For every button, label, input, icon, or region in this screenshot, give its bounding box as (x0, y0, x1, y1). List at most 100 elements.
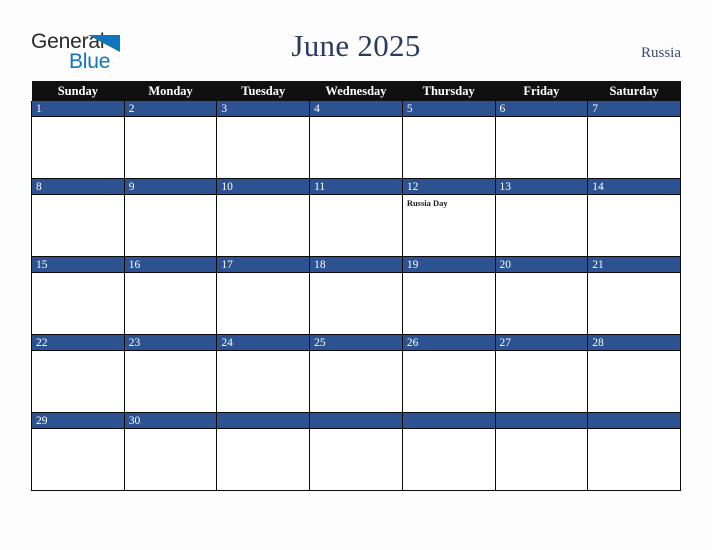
calendar-day-cell[interactable]: 5 (401, 101, 496, 179)
day-cell-content: 4 (310, 101, 402, 178)
day-cell-content: 13 (495, 179, 588, 256)
day-cell-content: 26 (402, 335, 495, 412)
calendar-week-row: 29 30 (31, 412, 681, 491)
day-cell-content: 27 (495, 335, 588, 412)
calendar-day-cell[interactable]: 11 (309, 178, 403, 257)
calendar-header-row: Sunday Monday Tuesday Wednesday Thursday Frid… (31, 81, 681, 101)
day-cell-content: 21 (588, 257, 680, 334)
calendar-day-cell[interactable]: 24 (216, 334, 311, 413)
day-cell-content (217, 413, 310, 490)
day-cell-content: 1 (32, 101, 124, 178)
day-events (403, 117, 495, 120)
day-events (310, 195, 402, 198)
day-number: 20 (495, 257, 588, 273)
calendar-day-cell[interactable]: 15 (31, 256, 125, 335)
calendar-day-cell[interactable]: 20 (494, 256, 589, 335)
day-number: 22 (32, 335, 124, 351)
day-events (496, 117, 588, 120)
calendar-day-cell[interactable]: 25 (309, 334, 403, 413)
day-events (217, 429, 309, 432)
calendar-empty-cell (587, 412, 681, 491)
day-cell-content: 28 (588, 335, 680, 412)
calendar-day-cell[interactable]: 10 (216, 178, 311, 257)
day-cell-content: 25 (310, 335, 402, 412)
day-number: 29 (32, 413, 124, 429)
calendar-day-cell[interactable]: 19 (401, 256, 496, 335)
day-cell-content (402, 413, 495, 490)
calendar-week-row: 22 23 24 25 26 27 28 (31, 334, 681, 413)
day-events: Russia Day (403, 195, 495, 209)
day-number: 28 (588, 335, 680, 351)
day-events (496, 351, 588, 354)
day-number (588, 413, 680, 429)
calendar-empty-cell (216, 412, 311, 491)
calendar-empty-cell (494, 412, 589, 491)
day-number: 3 (217, 101, 310, 117)
day-number: 16 (124, 257, 217, 273)
calendar-day-cell[interactable]: 14 (587, 178, 681, 257)
calendar-day-cell[interactable]: 30 (123, 412, 218, 491)
day-events (32, 117, 124, 120)
calendar-day-cell[interactable]: 3 (216, 101, 311, 179)
day-number: 17 (217, 257, 310, 273)
calendar-day-cell[interactable]: 4 (309, 101, 403, 179)
day-events (217, 117, 309, 120)
calendar-day-cell[interactable]: 7 (587, 101, 681, 179)
day-cell-content: 18 (310, 257, 402, 334)
day-number: 18 (310, 257, 402, 273)
day-number: 1 (32, 101, 124, 117)
calendar-day-cell[interactable]: 26 (401, 334, 496, 413)
day-cell-content: 9 (124, 179, 217, 256)
calendar-day-cell[interactable]: 21 (587, 256, 681, 335)
day-number: 12 (402, 179, 495, 195)
calendar-day-cell[interactable]: 8 (31, 178, 125, 257)
calendar-day-cell[interactable]: 1 (31, 101, 125, 179)
day-events (125, 351, 217, 354)
calendar-empty-cell (401, 412, 496, 491)
day-number (217, 413, 310, 429)
day-cell-content: 20 (495, 257, 588, 334)
calendar-day-cell[interactable]: 16 (123, 256, 218, 335)
calendar-week-row: 8 9 10 11 12 Russia Day 13 14 (31, 178, 681, 257)
day-events (125, 273, 217, 276)
calendar-day-cell[interactable]: 9 (123, 178, 218, 257)
calendar-day-cell[interactable]: 2 (123, 101, 218, 179)
day-cell-content: 3 (217, 101, 310, 178)
day-number: 4 (310, 101, 402, 117)
calendar-day-cell[interactable]: 18 (309, 256, 403, 335)
day-number: 9 (124, 179, 217, 195)
day-cell-content: 7 (588, 101, 680, 178)
day-number: 24 (217, 335, 310, 351)
day-cell-content: 15 (32, 257, 124, 334)
calendar-day-cell[interactable]: 22 (31, 334, 125, 413)
day-events (403, 429, 495, 432)
day-events (588, 195, 680, 198)
calendar-day-cell[interactable]: 17 (216, 256, 311, 335)
calendar-day-cell[interactable]: 28 (587, 334, 681, 413)
day-number: 27 (495, 335, 588, 351)
day-events (310, 273, 402, 276)
calendar-day-cell[interactable]: 27 (494, 334, 589, 413)
day-events (125, 429, 217, 432)
day-events (588, 351, 680, 354)
day-events (496, 195, 588, 198)
day-events (125, 195, 217, 198)
page-header: General Blue June 2025 Russia (0, 0, 712, 81)
day-number: 26 (402, 335, 495, 351)
day-number: 23 (124, 335, 217, 351)
calendar-day-cell[interactable]: 23 (123, 334, 218, 413)
day-events (403, 273, 495, 276)
day-events (588, 117, 680, 120)
calendar-day-cell[interactable]: 6 (494, 101, 589, 179)
calendar-day-cell[interactable]: 12 Russia Day (401, 178, 496, 257)
day-events (310, 429, 402, 432)
day-cell-content: 17 (217, 257, 310, 334)
weekday-header-tuesday: Tuesday (216, 81, 310, 101)
day-events (496, 273, 588, 276)
day-cell-content: 23 (124, 335, 217, 412)
day-cell-content (310, 413, 402, 490)
day-number: 30 (124, 413, 217, 429)
calendar-day-cell[interactable]: 13 (494, 178, 589, 257)
calendar-day-cell[interactable]: 29 (31, 412, 125, 491)
day-events (32, 351, 124, 354)
